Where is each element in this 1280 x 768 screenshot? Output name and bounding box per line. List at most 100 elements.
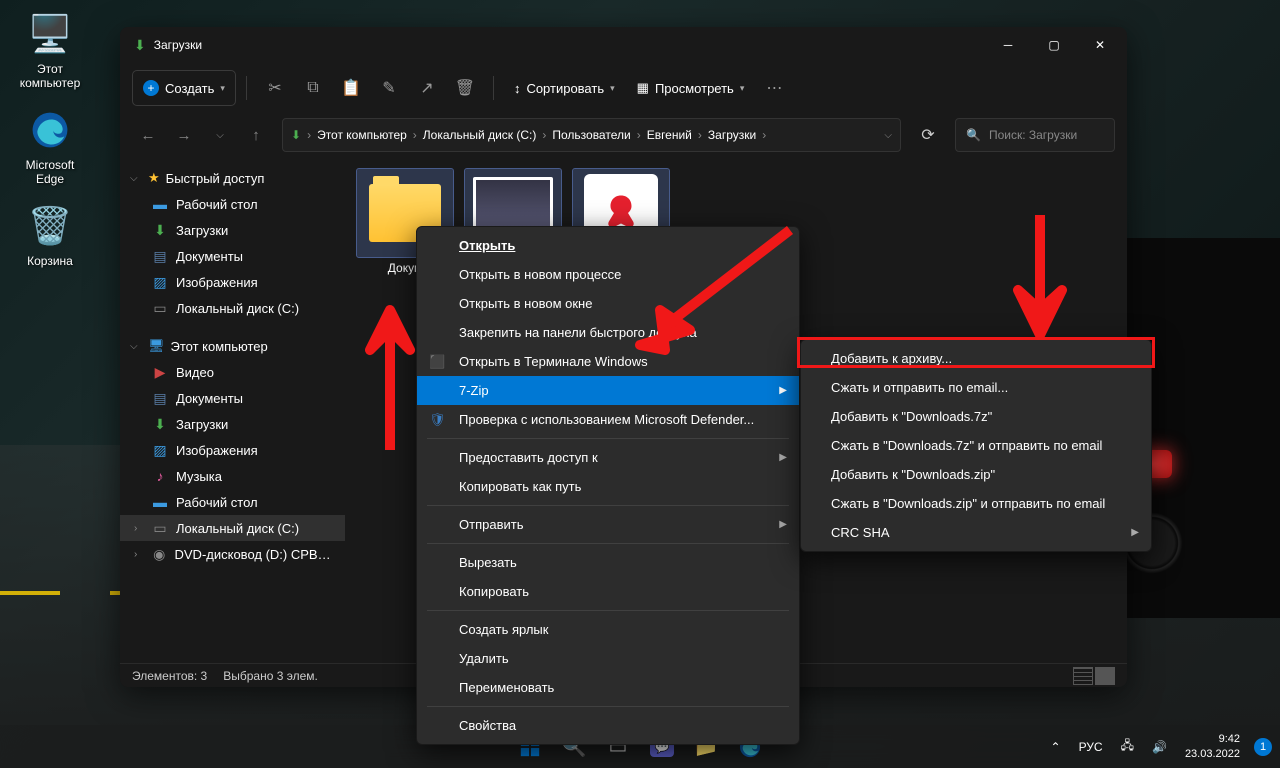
view-icon: ▦ — [637, 80, 649, 96]
copy-icon[interactable]: ⧉ — [295, 70, 331, 106]
ctx-compress-zip-email[interactable]: Сжать в "Downloads.zip" и отправить по e… — [801, 489, 1151, 518]
ctx-cut[interactable]: Вырезать — [417, 548, 799, 577]
ctx-defender[interactable]: 🛡Проверка с использованием Microsoft Def… — [417, 405, 799, 434]
chevron-down-icon: ⌵ — [130, 341, 142, 352]
download-icon: ⬇ — [152, 416, 168, 432]
recycle-icon: 🗑️ — [26, 202, 74, 250]
ctx-add-zip[interactable]: Добавить к "Downloads.zip" — [801, 460, 1151, 489]
view-large-button[interactable] — [1095, 667, 1115, 685]
nav-quick-access[interactable]: ⌵ ★ Быстрый доступ — [120, 165, 345, 191]
refresh-button[interactable]: ⟳ — [911, 118, 945, 152]
breadcrumb-item[interactable]: Пользователи — [548, 128, 634, 142]
ctx-rename[interactable]: Переименовать — [417, 673, 799, 702]
maximize-button[interactable]: ▢ — [1031, 29, 1077, 61]
ctx-delete[interactable]: Удалить — [417, 644, 799, 673]
share-icon[interactable]: ↗ — [409, 70, 445, 106]
nav-item-disk-c[interactable]: ▭Локальный диск (C:) — [120, 295, 345, 321]
search-input[interactable]: 🔍 Поиск: Загрузки — [955, 118, 1115, 152]
breadcrumb[interactable]: ⬇ › Этот компьютер› Локальный диск (C:)›… — [282, 118, 901, 152]
picture-icon: ▨ — [152, 274, 168, 290]
ctx-open-terminal[interactable]: ⬛Открыть в Терминале Windows — [417, 347, 799, 376]
chevron-right-icon: ▶ — [779, 452, 787, 463]
chevron-down-icon[interactable]: ⌵ — [884, 130, 892, 141]
download-icon: ⬇ — [152, 222, 168, 238]
chevron-down-icon: ⌵ — [130, 173, 142, 184]
view-button[interactable]: ▦ Просмотреть ▾ — [627, 70, 755, 106]
ctx-7zip[interactable]: 7-Zip▶ — [417, 376, 799, 405]
chevron-down-icon: ▾ — [740, 83, 745, 94]
paste-icon[interactable]: 📋 — [333, 70, 369, 106]
window-title: Загрузки — [154, 38, 985, 52]
breadcrumb-item[interactable]: Локальный диск (C:) — [419, 128, 541, 142]
ctx-crc-sha[interactable]: CRC SHA▶ — [801, 518, 1151, 547]
ctx-open-new-process[interactable]: Открыть в новом процессе — [417, 260, 799, 289]
monitor-icon: 🖥️ — [26, 10, 74, 58]
nav-item-disk-c[interactable]: ›▭Локальный диск (C:) — [120, 515, 345, 541]
sort-button[interactable]: ↕ Сортировать ▾ — [504, 70, 625, 106]
up-button[interactable]: ↑ — [240, 119, 272, 151]
view-details-button[interactable] — [1073, 667, 1093, 685]
chevron-right-icon: › — [134, 549, 137, 560]
edge-icon — [26, 106, 74, 154]
forward-button[interactable]: → — [168, 119, 200, 151]
ctx-add-7z[interactable]: Добавить к "Downloads.7z" — [801, 402, 1151, 431]
shield-icon: 🛡 — [429, 412, 445, 428]
rename-icon[interactable]: ✎ — [371, 70, 407, 106]
back-button[interactable]: ← — [132, 119, 164, 151]
chevron-right-icon: ▶ — [779, 385, 787, 396]
nav-this-pc[interactable]: ⌵ 🖥 Этот компьютер — [120, 333, 345, 359]
recent-button[interactable]: ⌵ — [204, 119, 236, 151]
ctx-copy-path[interactable]: Копировать как путь — [417, 472, 799, 501]
ctx-open-new-window[interactable]: Открыть в новом окне — [417, 289, 799, 318]
nav-item-downloads[interactable]: ⬇Загрузки — [120, 411, 345, 437]
ctx-share-access[interactable]: Предоставить доступ к▶ — [417, 443, 799, 472]
ctx-compress-7z-email[interactable]: Сжать в "Downloads.7z" и отправить по em… — [801, 431, 1151, 460]
ctx-open[interactable]: Открыть — [417, 231, 799, 260]
nav-item-desktop[interactable]: ▬Рабочий стол — [120, 489, 345, 515]
context-menu-7zip: Добавить к архиву... Сжать и отправить п… — [800, 339, 1152, 552]
more-icon[interactable]: ⋯ — [756, 70, 792, 106]
nav-item-documents[interactable]: ▤Документы — [120, 385, 345, 411]
nav-item-dvd[interactable]: ›◉DVD-дисковод (D:) CPBA_X6 — [120, 541, 345, 567]
breadcrumb-item[interactable]: Евгений — [643, 128, 696, 142]
chevron-right-icon: › — [134, 523, 137, 534]
breadcrumb-item[interactable]: Загрузки — [704, 128, 760, 142]
nav-item-video[interactable]: ▶Видео — [120, 359, 345, 385]
notifications-icon[interactable]: 1 — [1254, 738, 1272, 756]
nav-item-documents[interactable]: ▤Документы — [120, 243, 345, 269]
disk-icon: ▭ — [152, 300, 168, 316]
nav-item-downloads[interactable]: ⬇Загрузки — [120, 217, 345, 243]
desktop-icon: ▬ — [152, 196, 168, 212]
network-icon[interactable]: 🖧 — [1117, 734, 1138, 759]
download-icon: ⬇ — [291, 128, 301, 142]
minimize-button[interactable]: ─ — [985, 29, 1031, 61]
clock[interactable]: 9:42 23.03.2022 — [1181, 730, 1244, 763]
cut-icon[interactable]: ✂ — [257, 70, 293, 106]
delete-icon[interactable]: 🗑 — [447, 70, 483, 106]
ctx-compress-email[interactable]: Сжать и отправить по email... — [801, 373, 1151, 402]
search-icon: 🔍 — [966, 128, 981, 142]
dvd-icon: ◉ — [152, 546, 167, 562]
nav-item-pictures[interactable]: ▨Изображения — [120, 437, 345, 463]
close-button[interactable]: ✕ — [1077, 29, 1123, 61]
breadcrumb-item[interactable]: Этот компьютер — [313, 128, 411, 142]
chevron-down-icon: ▾ — [610, 83, 615, 94]
language-indicator[interactable]: РУС — [1075, 738, 1107, 756]
ctx-send[interactable]: Отправить▶ — [417, 510, 799, 539]
nav-item-desktop[interactable]: ▬Рабочий стол — [120, 191, 345, 217]
monitor-icon: 🖥 — [148, 338, 165, 354]
nav-item-music[interactable]: ♪Музыка — [120, 463, 345, 489]
ctx-properties[interactable]: Свойства — [417, 711, 799, 740]
ctx-create-shortcut[interactable]: Создать ярлык — [417, 615, 799, 644]
ctx-copy[interactable]: Копировать — [417, 577, 799, 606]
desktop-icon-edge[interactable]: Microsoft Edge — [12, 106, 88, 187]
nav-item-pictures[interactable]: ▨Изображения — [120, 269, 345, 295]
tray-expand-icon[interactable]: ⌃ — [1047, 738, 1065, 756]
desktop-icon-this-pc[interactable]: 🖥️ Этот компьютер — [12, 10, 88, 91]
volume-icon[interactable]: 🔊 — [1148, 738, 1171, 756]
titlebar[interactable]: ⬇ Загрузки ─ ▢ ✕ — [120, 27, 1127, 63]
desktop-icon-recycle[interactable]: 🗑️ Корзина — [12, 202, 88, 268]
ctx-pin-quick[interactable]: Закрепить на панели быстрого доступа — [417, 318, 799, 347]
create-button[interactable]: + Создать ▾ — [132, 70, 236, 106]
ctx-add-to-archive[interactable]: Добавить к архиву... — [801, 344, 1151, 373]
